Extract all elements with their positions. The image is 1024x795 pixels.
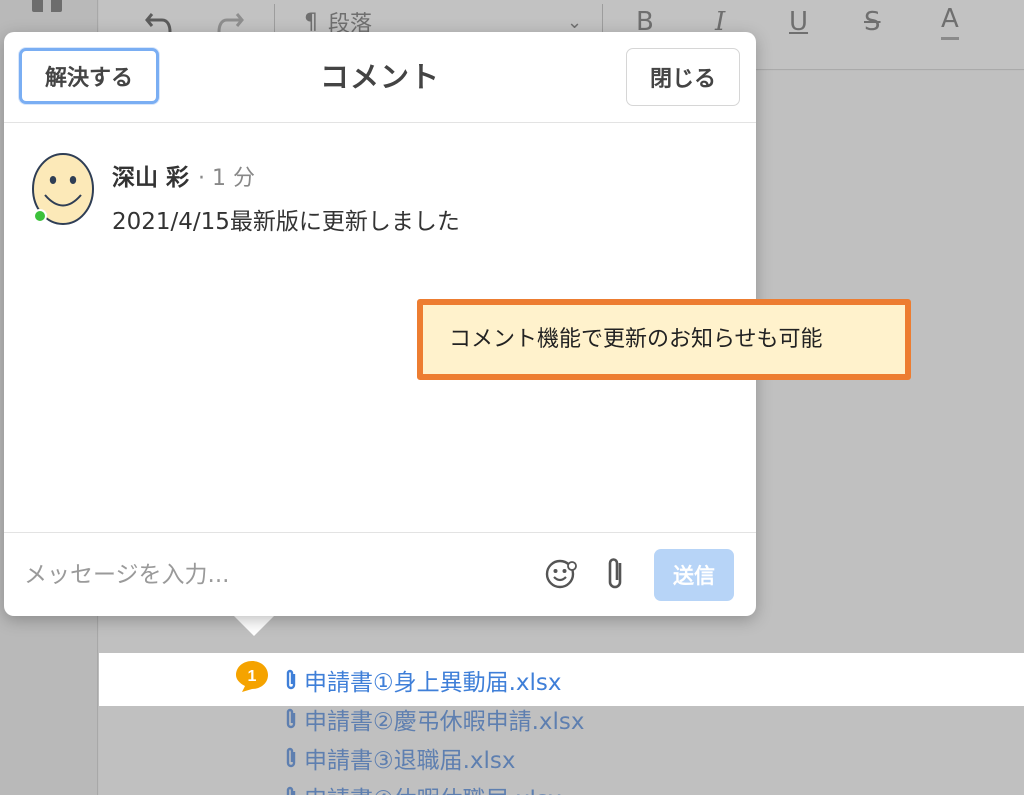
paperclip-icon (286, 747, 296, 767)
paperclip-icon[interactable] (604, 555, 628, 593)
attachment-link[interactable]: 申請書①身上異動届.xlsx (282, 660, 585, 699)
popup-footer: 送信 (4, 532, 756, 616)
attachment-list: 申請書①身上異動届.xlsx 申請書②慶弔休暇申請.xlsx 申請書③退職届.x… (282, 660, 585, 795)
paperclip-icon (286, 786, 296, 795)
comment-count-badge[interactable]: 1 (234, 659, 270, 693)
badge-count: 1 (248, 668, 257, 685)
annotation-callout: コメント機能で更新のお知らせも可能 (417, 299, 911, 380)
attachment-name: 申請書④休暇休職届.xlsx (304, 780, 562, 795)
paperclip-icon (286, 708, 296, 728)
online-status-dot (33, 209, 47, 223)
comment-timestamp: · 1 分 (198, 166, 255, 191)
font-color-button[interactable]: A (941, 0, 959, 40)
attachment-link[interactable]: 申請書④休暇休職届.xlsx (282, 777, 585, 795)
message-input[interactable] (24, 553, 524, 597)
popup-header: 解決する コメント 閉じる (4, 32, 756, 123)
attachment-name: 申請書③退職届.xlsx (304, 747, 516, 774)
pilcrow-icon: ¶ (304, 9, 318, 35)
close-button[interactable]: 閉じる (626, 48, 740, 106)
avatar[interactable] (30, 152, 96, 228)
attachment-name: 申請書①身上異動届.xlsx (304, 669, 562, 696)
comment-text: 2021/4/15最新版に更新しました (112, 209, 460, 235)
attachment-link[interactable]: 申請書③退職届.xlsx (282, 738, 585, 777)
strikethrough-button[interactable]: S (864, 0, 881, 44)
attachment-name: 申請書②慶弔休暇申請.xlsx (304, 708, 585, 735)
callout-text: コメント機能で更新のお知らせも可能 (449, 327, 823, 352)
comment-author[interactable]: 深山 彩 (112, 158, 189, 192)
emoji-icon[interactable] (544, 557, 578, 591)
comment-item: 深山 彩 · 1 分 2021/4/15最新版に更新しました (30, 152, 730, 242)
attachment-link[interactable]: 申請書②慶弔休暇申請.xlsx (282, 699, 585, 738)
send-button[interactable]: 送信 (654, 549, 734, 601)
popup-pointer (232, 614, 276, 636)
home-icon[interactable] (30, 0, 64, 16)
underline-button[interactable]: U (789, 0, 808, 44)
paperclip-icon (286, 669, 296, 689)
